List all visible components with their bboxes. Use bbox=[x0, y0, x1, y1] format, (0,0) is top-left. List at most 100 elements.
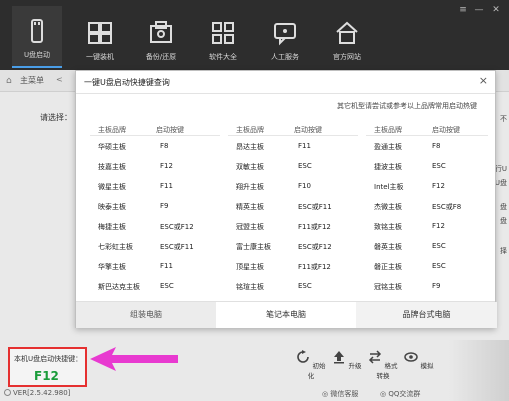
header-key: 启动按键 bbox=[432, 126, 460, 134]
brand-name: 磐英主板 bbox=[374, 243, 402, 251]
home-icon bbox=[336, 21, 358, 44]
blurred-edge bbox=[449, 340, 509, 401]
table-row: 梅捷主板 ESC或F12 bbox=[90, 216, 220, 236]
upgrade-label: 升级 bbox=[348, 362, 362, 370]
top-toolbar: U盘启动 一键装机 备份/还原 软件大全 人工服务 官方网站 ≡ — ✕ bbox=[0, 0, 509, 70]
table-header: 主板品牌 启动按键 bbox=[366, 123, 488, 136]
brand-name: 富士康主板 bbox=[236, 243, 271, 251]
toolbar-label: 官方网站 bbox=[333, 53, 361, 61]
boot-key: F11 bbox=[298, 142, 311, 150]
qq-group-link[interactable]: ◎ QQ交流群 bbox=[380, 389, 420, 399]
format-convert-button[interactable]: 格式转换 bbox=[368, 350, 398, 380]
select-label: 请选择： bbox=[40, 113, 72, 122]
side-text: 盘 bbox=[500, 217, 507, 225]
brand-name: 昂达主板 bbox=[236, 143, 264, 151]
dialog-tabs: 组装电脑 笔记本电脑 品牌台式电脑 bbox=[76, 301, 497, 328]
table-row: 映泰主板 F9 bbox=[90, 196, 220, 216]
table-row: 致铭主板 F12 bbox=[366, 216, 488, 236]
menu-button[interactable]: ≡ bbox=[456, 4, 470, 16]
boot-key: F8 bbox=[160, 142, 169, 150]
boot-key: F11或F12 bbox=[298, 263, 331, 271]
table-row: 盈通主板 F8 bbox=[366, 136, 488, 156]
table-row: 磐正主板 ESC bbox=[366, 256, 488, 276]
version-text: VER[2.5.42.980] bbox=[13, 389, 71, 397]
table-header: 主板品牌 启动按键 bbox=[90, 123, 220, 136]
toolbar-label: 软件大全 bbox=[209, 53, 237, 61]
toolbar-backup-restore[interactable]: 备份/还原 bbox=[136, 8, 186, 66]
side-text: 盘 bbox=[500, 203, 507, 211]
toolbar-one-click-install[interactable]: 一键装机 bbox=[75, 8, 125, 66]
home-small-icon[interactable]: ⌂ bbox=[6, 76, 12, 86]
info-icon bbox=[4, 389, 11, 396]
brand-name: 精英主板 bbox=[236, 203, 264, 211]
boot-key: ESC bbox=[298, 282, 312, 290]
toolbar-service[interactable]: 人工服务 bbox=[260, 8, 310, 66]
boot-key: F11 bbox=[160, 182, 173, 190]
side-text: U盘 bbox=[494, 179, 507, 187]
boot-key: F12 bbox=[160, 162, 173, 170]
boot-key: ESC或F12 bbox=[160, 223, 194, 231]
version-info: VER[2.5.42.980] bbox=[4, 389, 70, 397]
boot-key: ESC或F11 bbox=[160, 243, 194, 251]
wechat-support-link[interactable]: ◎ 微信客服 bbox=[322, 389, 358, 399]
table-row: 微星主板 F11 bbox=[90, 176, 220, 196]
brand-name: 华擎主板 bbox=[98, 263, 126, 271]
brand-name: 致铭主板 bbox=[374, 223, 402, 231]
table-row: 华擎主板 F11 bbox=[90, 256, 220, 276]
toolbar-usb-boot[interactable]: U盘启动 bbox=[12, 6, 62, 68]
brand-name: 冠铭主板 bbox=[374, 283, 402, 291]
init-button[interactable]: 初始化 bbox=[296, 350, 326, 380]
brand-name: 捷波主板 bbox=[374, 163, 402, 171]
brand-name: 华硕主板 bbox=[98, 143, 126, 151]
brand-name: 斯巴达克主板 bbox=[98, 283, 140, 291]
simulate-button[interactable]: 模拟 bbox=[404, 350, 434, 370]
brand-name: 梅捷主板 bbox=[98, 223, 126, 231]
boot-key: ESC bbox=[298, 162, 312, 170]
hotkey-query-dialog: 一键U盘启动快捷键查询 × 其它机型请尝试或参考以上品牌常用启动热键 主板品牌 … bbox=[75, 70, 497, 328]
backup-icon bbox=[150, 21, 172, 43]
table-row: 顶星主板 F11或F12 bbox=[228, 256, 358, 276]
upgrade-button[interactable]: 升级 bbox=[332, 350, 362, 370]
minimize-button[interactable]: — bbox=[472, 4, 486, 16]
brand-name: 翔升主板 bbox=[236, 183, 264, 191]
tab-desktop-assembled[interactable]: 组装电脑 bbox=[76, 302, 216, 328]
header-brand: 主板品牌 bbox=[374, 126, 402, 134]
table-header: 主板品牌 启动按键 bbox=[228, 123, 358, 136]
table-row: 技嘉主板 F12 bbox=[90, 156, 220, 176]
hotkey-label: 本机U盘启动快捷键： bbox=[14, 355, 83, 363]
side-text: 不 bbox=[500, 115, 507, 123]
table-row: 捷波主板 ESC bbox=[366, 156, 488, 176]
dialog-close-button[interactable]: × bbox=[479, 74, 488, 87]
toolbar-software[interactable]: 软件大全 bbox=[198, 8, 248, 66]
table-row: 磐英主板 ESC bbox=[366, 236, 488, 256]
toolbar-label: 人工服务 bbox=[271, 53, 299, 61]
dialog-note: 其它机型请尝试或参考以上品牌常用启动热键 bbox=[337, 102, 477, 110]
boot-key: F11 bbox=[160, 262, 173, 270]
table-row: 杰微主板 ESC或F8 bbox=[366, 196, 488, 216]
table-row: 七彩虹主板 ESC或F11 bbox=[90, 236, 220, 256]
boot-key: ESC bbox=[432, 242, 446, 250]
side-text: 行U bbox=[494, 165, 507, 173]
table-row: 翔升主板 F10 bbox=[228, 176, 358, 196]
hotkey-value: F12 bbox=[34, 369, 59, 383]
brand-name: 盈通主板 bbox=[374, 143, 402, 151]
apps-grid-icon bbox=[212, 22, 234, 44]
tab-brand-desktop[interactable]: 品牌台式电脑 bbox=[356, 302, 497, 328]
brand-name: 冠盟主板 bbox=[236, 223, 264, 231]
boot-key: ESC或F11 bbox=[298, 203, 332, 211]
brand-table-2: 主板品牌 启动按键 昂达主板 F11 双敏主板 ESC 翔升主板 F10 精英主板 ES… bbox=[228, 123, 358, 291]
tab-laptop[interactable]: 笔记本电脑 bbox=[216, 302, 356, 328]
breadcrumb-label[interactable]: 主菜单 bbox=[20, 75, 44, 86]
boot-key: ESC bbox=[432, 162, 446, 170]
boot-key: ESC或F8 bbox=[432, 203, 462, 211]
header-brand: 主板品牌 bbox=[236, 126, 264, 134]
convert-icon bbox=[369, 350, 382, 364]
close-window-button[interactable]: ✕ bbox=[489, 4, 503, 16]
hotkey-box: 本机U盘启动快捷键： F12 bbox=[8, 347, 87, 387]
dialog-title: 一键U盘启动快捷键查询 bbox=[84, 78, 170, 87]
boot-key: F9 bbox=[432, 282, 441, 290]
header-key: 启动按键 bbox=[156, 126, 184, 134]
toolbar-official-site[interactable]: 官方网站 bbox=[322, 8, 372, 66]
table-row: 华硕主板 F8 bbox=[90, 136, 220, 156]
upload-icon bbox=[334, 351, 345, 364]
